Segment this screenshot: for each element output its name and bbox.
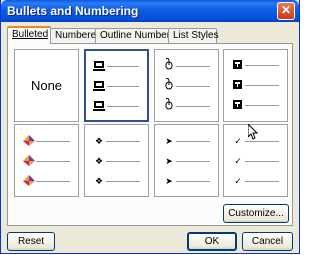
bullet-line bbox=[245, 181, 279, 182]
bullet-line bbox=[36, 181, 70, 182]
bullet-line bbox=[245, 105, 279, 106]
tab-list-styles[interactable]: List Styles bbox=[168, 28, 219, 43]
bullet-line bbox=[176, 181, 210, 182]
keyboard-key-icon bbox=[233, 80, 242, 89]
bullet-line bbox=[176, 141, 210, 142]
colored-diamond-icon bbox=[23, 135, 35, 146]
tab-bulleted[interactable]: Bulleted bbox=[7, 26, 51, 44]
bullet-style-colored-diamond[interactable] bbox=[14, 124, 79, 197]
cancel-button[interactable]: Cancel bbox=[242, 232, 293, 251]
bullet-style-four-diamond[interactable]: ❖ ❖ ❖ bbox=[84, 124, 149, 197]
arrowhead-icon: ➤ bbox=[165, 176, 173, 186]
bullet-line bbox=[106, 141, 140, 142]
bullets-and-numbering-dialog: Bullets and Numbering ✕ Bulleted Numbere… bbox=[0, 0, 300, 254]
arrowhead-icon: ➤ bbox=[165, 136, 173, 146]
bullet-line bbox=[245, 141, 279, 142]
tab-list-styles-label: List Styles bbox=[173, 30, 219, 41]
bullet-line bbox=[176, 106, 210, 107]
colored-diamond-icon bbox=[23, 175, 35, 186]
bullet-line bbox=[176, 161, 210, 162]
bullet-line bbox=[176, 86, 210, 87]
bullet-style-computer[interactable] bbox=[84, 49, 149, 122]
mouse-pointer-icon bbox=[248, 124, 258, 140]
colored-diamond-icon bbox=[23, 155, 35, 166]
bullet-line bbox=[245, 85, 279, 86]
checkmark-icon: ✓ bbox=[234, 136, 242, 146]
mouse-icon bbox=[165, 98, 173, 110]
bullet-style-keyboard-key[interactable] bbox=[223, 49, 288, 122]
four-diamond-icon: ❖ bbox=[94, 156, 104, 166]
customize-button[interactable]: Customize... bbox=[223, 204, 289, 223]
mouse-icon bbox=[165, 58, 173, 70]
reset-button[interactable]: Reset bbox=[7, 232, 55, 251]
keyboard-key-icon bbox=[233, 100, 242, 109]
bullet-line bbox=[36, 161, 70, 162]
bullet-line bbox=[245, 65, 279, 66]
close-icon: ✕ bbox=[280, 3, 292, 17]
four-diamond-icon: ❖ bbox=[94, 176, 104, 186]
bullet-style-arrowhead[interactable]: ➤ ➤ ➤ bbox=[154, 124, 219, 197]
tab-numbered[interactable]: Numbered bbox=[50, 28, 102, 43]
close-button[interactable]: ✕ bbox=[277, 2, 295, 20]
bullet-line bbox=[107, 106, 139, 107]
bullet-style-none[interactable]: None bbox=[14, 49, 79, 122]
tab-bulleted-label: Bulleted bbox=[12, 29, 49, 40]
mouse-icon bbox=[165, 78, 173, 90]
title-bar[interactable]: Bullets and Numbering ✕ bbox=[1, 0, 299, 22]
bulleted-tab-panel: None ❖ ❖ ❖ ➤ ➤ ➤ ✓ ✓ ✓ Customize... bbox=[7, 43, 293, 226]
four-diamond-icon: ❖ bbox=[94, 136, 104, 146]
bullet-style-mouse[interactable] bbox=[154, 49, 219, 122]
computer-icon bbox=[93, 101, 105, 111]
computer-icon bbox=[93, 61, 105, 71]
dialog-title: Bullets and Numbering bbox=[7, 4, 139, 18]
bullet-line bbox=[36, 141, 70, 142]
none-label: None bbox=[30, 78, 63, 93]
bullet-line bbox=[245, 161, 279, 162]
bullet-line bbox=[107, 66, 139, 67]
bullet-line bbox=[176, 66, 210, 67]
bullet-line bbox=[106, 161, 140, 162]
bullet-line bbox=[106, 181, 140, 182]
checkmark-icon: ✓ bbox=[234, 176, 242, 186]
tab-outline-numbered[interactable]: Outline Numbered bbox=[95, 28, 181, 43]
checkmark-icon: ✓ bbox=[234, 156, 242, 166]
computer-icon bbox=[93, 81, 105, 91]
arrowhead-icon: ➤ bbox=[165, 156, 173, 166]
bullet-line bbox=[107, 86, 139, 87]
ok-button[interactable]: OK bbox=[187, 232, 237, 251]
keyboard-key-icon bbox=[233, 60, 242, 69]
